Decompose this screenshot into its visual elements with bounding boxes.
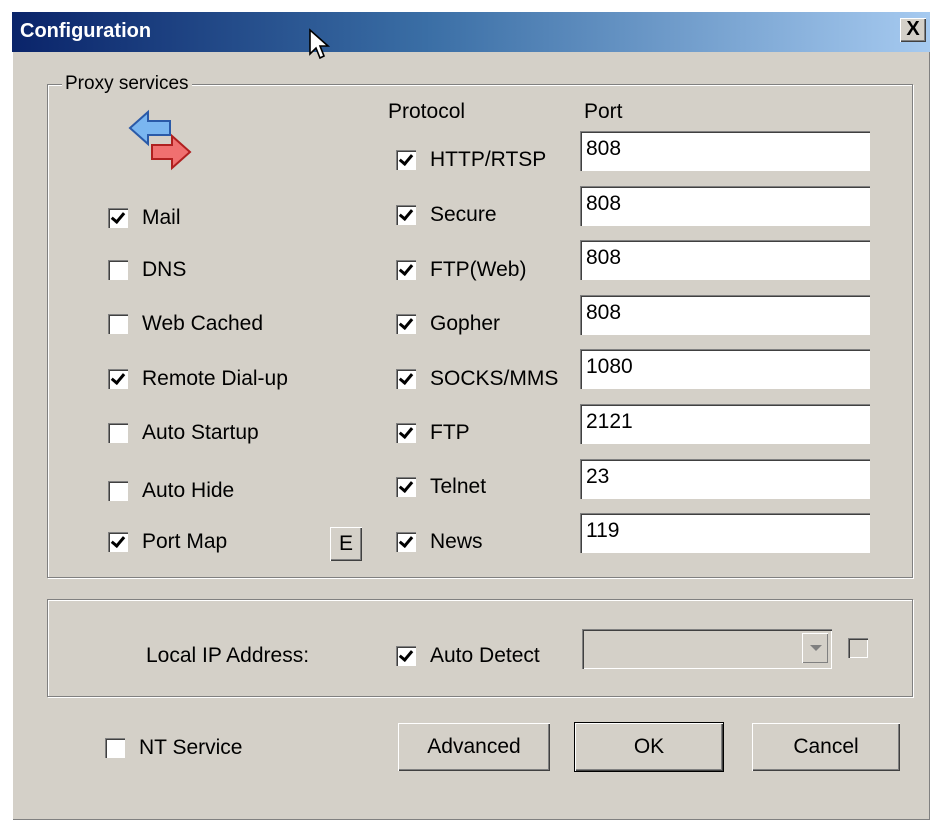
protocol-news[interactable]: News xyxy=(396,530,483,554)
auto-startup-checkbox[interactable] xyxy=(108,423,128,443)
port-map-edit-button[interactable]: E xyxy=(330,527,362,561)
protocol-ftp-web[interactable]: FTP(Web) xyxy=(396,258,526,282)
service-port-map[interactable]: Port Map xyxy=(108,530,227,554)
gopher-checkbox[interactable] xyxy=(396,314,416,334)
ok-button[interactable]: OK xyxy=(574,722,724,772)
local-ip-label: Local IP Address: xyxy=(146,644,310,667)
nt-service-label: NT Service xyxy=(139,736,243,759)
secure-label: Secure xyxy=(430,203,497,226)
service-web-cached[interactable]: Web Cached xyxy=(108,312,263,336)
ftp-web-checkbox[interactable] xyxy=(396,260,416,280)
protocol-ftp[interactable]: FTP xyxy=(396,421,470,445)
http-rtsp-checkbox[interactable] xyxy=(396,150,416,170)
service-auto-startup[interactable]: Auto Startup xyxy=(108,421,259,445)
web-cached-checkbox[interactable] xyxy=(108,314,128,334)
protocol-telnet[interactable]: Telnet xyxy=(396,475,486,499)
news-label: News xyxy=(430,530,483,553)
gopher-label: Gopher xyxy=(430,312,501,335)
socks-mms-label: SOCKS/MMS xyxy=(430,367,559,390)
news-checkbox[interactable] xyxy=(396,532,416,552)
auto-detect-label: Auto Detect xyxy=(430,644,540,667)
protocol-http-rtsp[interactable]: HTTP/RTSP xyxy=(396,148,546,172)
protocol-gopher[interactable]: Gopher xyxy=(396,312,500,336)
protocol-header: Protocol xyxy=(388,100,466,123)
proxy-arrows-icon xyxy=(128,109,192,171)
nt-service-option[interactable]: NT Service xyxy=(105,736,242,760)
window-title: Configuration xyxy=(20,20,152,42)
port-input-gopher[interactable]: 808 xyxy=(580,295,870,335)
http-rtsp-label: HTTP/RTSP xyxy=(430,148,547,171)
remote-dialup-checkbox[interactable] xyxy=(108,369,128,389)
mail-label: Mail xyxy=(142,206,181,229)
port-header: Port xyxy=(584,100,623,123)
port-input-news[interactable]: 119 xyxy=(580,513,870,553)
web-cached-label: Web Cached xyxy=(142,312,264,335)
socks-mms-checkbox[interactable] xyxy=(396,369,416,389)
mouse-cursor-icon xyxy=(309,28,331,60)
port-map-checkbox[interactable] xyxy=(108,532,128,552)
auto-detect-checkbox[interactable] xyxy=(396,646,416,666)
mail-checkbox[interactable] xyxy=(108,208,128,228)
nt-service-checkbox[interactable] xyxy=(105,738,125,758)
title-bar[interactable]: Configuration X xyxy=(12,12,930,60)
remote-dialup-label: Remote Dial-up xyxy=(142,367,288,390)
cancel-button[interactable]: Cancel xyxy=(752,723,900,771)
ftp-web-label: FTP(Web) xyxy=(430,258,527,281)
service-auto-hide[interactable]: Auto Hide xyxy=(108,479,234,503)
service-remote-dialup[interactable]: Remote Dial-up xyxy=(108,367,288,391)
ftp-label: FTP xyxy=(430,421,470,444)
port-input-http-rtsp[interactable]: 808 xyxy=(580,131,870,171)
chevron-down-icon[interactable] xyxy=(802,633,828,663)
port-map-label: Port Map xyxy=(142,530,228,553)
port-input-telnet[interactable]: 23 xyxy=(580,459,870,499)
port-input-ftp-web[interactable]: 808 xyxy=(580,240,870,280)
port-input-socks-mms[interactable]: 1080 xyxy=(580,349,870,389)
auto-hide-label: Auto Hide xyxy=(142,479,235,502)
service-dns[interactable]: DNS xyxy=(108,258,186,282)
telnet-label: Telnet xyxy=(430,475,487,498)
ip-extra-checkbox[interactable] xyxy=(848,638,868,658)
advanced-button[interactable]: Advanced xyxy=(398,723,550,771)
configuration-dialog: Configuration X Proxy services Protocol … xyxy=(12,12,930,820)
secure-checkbox[interactable] xyxy=(396,205,416,225)
ip-address-dropdown[interactable] xyxy=(582,629,832,669)
dns-label: DNS xyxy=(142,258,187,281)
dns-checkbox[interactable] xyxy=(108,260,128,280)
ftp-checkbox[interactable] xyxy=(396,423,416,443)
auto-hide-checkbox[interactable] xyxy=(108,481,128,501)
telnet-checkbox[interactable] xyxy=(396,477,416,497)
protocol-secure[interactable]: Secure xyxy=(396,203,497,227)
port-input-secure[interactable]: 808 xyxy=(580,186,870,226)
protocol-socks-mms[interactable]: SOCKS/MMS xyxy=(396,367,558,391)
auto-startup-label: Auto Startup xyxy=(142,421,259,444)
proxy-services-label: Proxy services xyxy=(62,73,192,95)
auto-detect-option[interactable]: Auto Detect xyxy=(396,644,540,668)
service-mail[interactable]: Mail xyxy=(108,206,181,230)
port-input-ftp[interactable]: 2121 xyxy=(580,404,870,444)
close-button[interactable]: X xyxy=(900,18,926,42)
